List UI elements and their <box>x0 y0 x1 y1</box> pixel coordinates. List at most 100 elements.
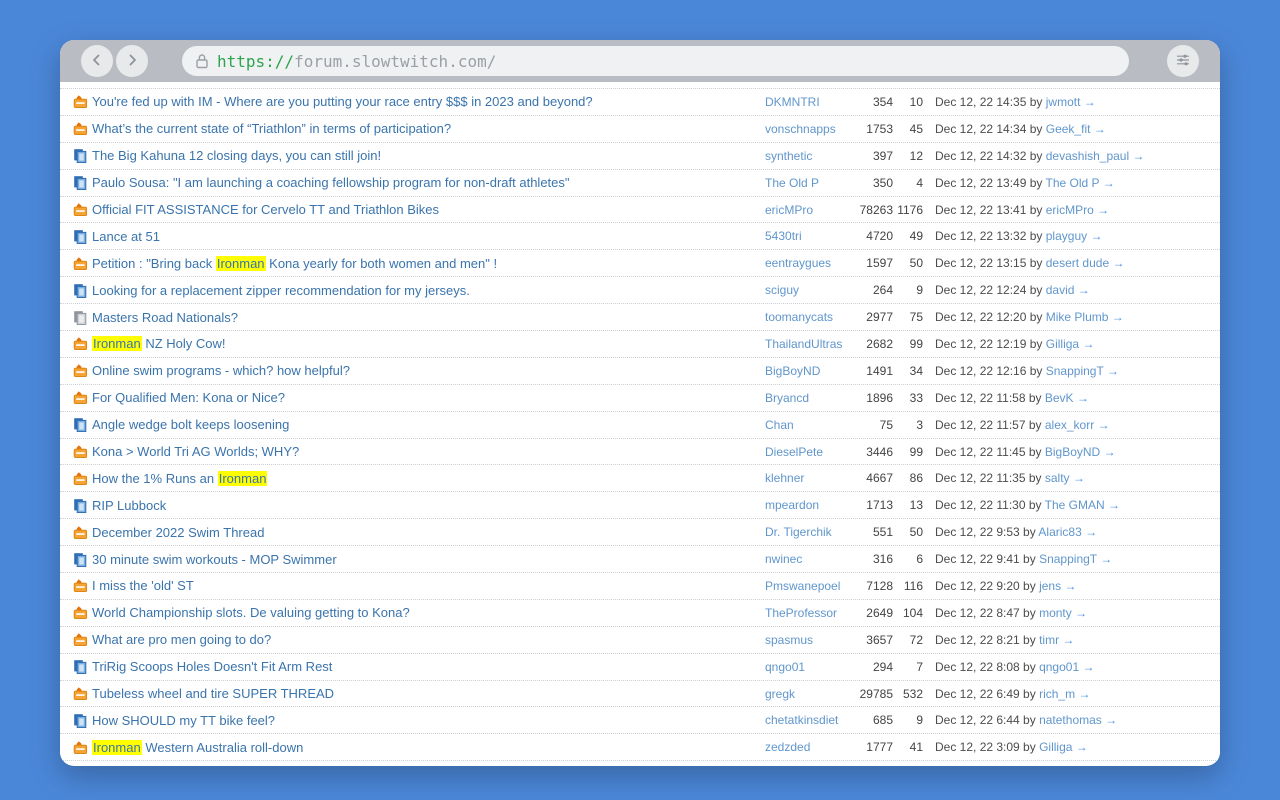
goto-last-post-arrow[interactable]: → <box>1108 498 1120 512</box>
thread-author-link[interactable]: TheProfessor <box>765 606 857 620</box>
thread-title-link[interactable]: Petition : "Bring back Ironman Kona year… <box>92 255 765 271</box>
goto-last-post-arrow[interactable]: → <box>1078 687 1090 701</box>
back-button[interactable] <box>81 45 113 77</box>
thread-title-link[interactable]: Official FIT ASSISTANCE for Cervelo TT a… <box>92 202 765 217</box>
thread-title-link[interactable]: Online swim programs - which? how helpfu… <box>92 363 765 378</box>
thread-author-link[interactable]: Dr. Tigerchik <box>765 525 857 539</box>
goto-last-post-arrow[interactable]: → <box>1098 418 1110 432</box>
thread-author-link[interactable]: synthetic <box>765 149 857 163</box>
thread-author-link[interactable]: chetatkinsdiet <box>765 713 857 727</box>
thread-title-link[interactable]: Angle wedge bolt keeps loosening <box>92 417 765 432</box>
thread-author-link[interactable]: gregk <box>765 687 857 701</box>
lastpost-user-link[interactable]: BevK <box>1045 391 1074 405</box>
goto-last-post-arrow[interactable]: → <box>1084 95 1096 109</box>
thread-author-link[interactable]: mpeardon <box>765 498 857 512</box>
thread-author-link[interactable]: qngo01 <box>765 660 857 674</box>
goto-last-post-arrow[interactable]: → <box>1082 337 1094 351</box>
thread-title-link[interactable]: How SHOULD my TT bike feel? <box>92 713 765 728</box>
thread-author-link[interactable]: Pmswanepoel <box>765 579 857 593</box>
thread-author-link[interactable]: zedzded <box>765 740 857 754</box>
thread-title-link[interactable]: December 2022 Swim Thread <box>92 525 765 540</box>
lastpost-user-link[interactable]: salty <box>1045 471 1070 485</box>
goto-last-post-arrow[interactable]: → <box>1073 471 1085 485</box>
thread-author-link[interactable]: The Old P <box>765 176 857 190</box>
lastpost-user-link[interactable]: BigBoyND <box>1045 445 1100 459</box>
goto-last-post-arrow[interactable]: → <box>1078 283 1090 297</box>
thread-author-link[interactable]: BigBoyND <box>765 364 857 378</box>
thread-title-link[interactable]: RIP Lubbock <box>92 498 765 513</box>
lastpost-user-link[interactable]: qngo01 <box>1039 660 1079 674</box>
thread-title-link[interactable]: Tubeless wheel and tire SUPER THREAD <box>92 686 765 701</box>
goto-last-post-arrow[interactable]: → <box>1085 525 1097 539</box>
thread-author-link[interactable]: spasmus <box>765 633 857 647</box>
thread-author-link[interactable]: nwinec <box>765 552 857 566</box>
forward-button[interactable] <box>116 45 148 77</box>
lastpost-user-link[interactable]: SnappingT <box>1039 552 1097 566</box>
thread-title-link[interactable]: You're fed up with IM - Where are you pu… <box>92 94 765 109</box>
thread-author-link[interactable]: DieselPete <box>765 445 857 459</box>
goto-last-post-arrow[interactable]: → <box>1112 310 1124 324</box>
menu-button[interactable] <box>1167 45 1199 77</box>
lastpost-user-link[interactable]: jens <box>1039 579 1061 593</box>
goto-last-post-arrow[interactable]: → <box>1064 579 1076 593</box>
lastpost-user-link[interactable]: desert dude <box>1046 256 1109 270</box>
thread-author-link[interactable]: sciguy <box>765 283 857 297</box>
lastpost-user-link[interactable]: ericMPro <box>1046 203 1094 217</box>
goto-last-post-arrow[interactable]: → <box>1107 364 1119 378</box>
lastpost-user-link[interactable]: Alaric83 <box>1038 525 1081 539</box>
thread-title-link[interactable]: Paulo Sousa: "I am launching a coaching … <box>92 175 765 190</box>
lastpost-user-link[interactable]: rich_m <box>1039 687 1075 701</box>
lastpost-user-link[interactable]: jwmott <box>1046 95 1081 109</box>
thread-title-link[interactable]: For Qualified Men: Kona or Nice? <box>92 390 765 405</box>
lastpost-user-link[interactable]: SnappingT <box>1046 364 1104 378</box>
thread-author-link[interactable]: Bryancd <box>765 391 857 405</box>
thread-author-link[interactable]: 5430tri <box>765 229 857 243</box>
goto-last-post-arrow[interactable]: → <box>1105 713 1117 727</box>
lastpost-user-link[interactable]: Gilliga <box>1039 740 1072 754</box>
thread-author-link[interactable]: DKMNTRI <box>765 95 857 109</box>
thread-author-link[interactable]: eentraygues <box>765 256 857 270</box>
goto-last-post-arrow[interactable]: → <box>1082 660 1094 674</box>
thread-title-link[interactable]: How the 1% Runs an Ironman <box>92 470 765 486</box>
thread-author-link[interactable]: ThailandUltras <box>765 337 857 351</box>
goto-last-post-arrow[interactable]: → <box>1094 122 1106 136</box>
thread-title-link[interactable]: 30 minute swim workouts - MOP Swimmer <box>92 552 765 567</box>
lastpost-user-link[interactable]: monty <box>1039 606 1072 620</box>
thread-title-link[interactable]: What’s the current state of “Triathlon” … <box>92 121 765 136</box>
lastpost-user-link[interactable]: devashish_paul <box>1046 149 1129 163</box>
goto-last-post-arrow[interactable]: → <box>1097 203 1109 217</box>
goto-last-post-arrow[interactable]: → <box>1077 391 1089 405</box>
thread-author-link[interactable]: toomanycats <box>765 310 857 324</box>
lastpost-user-link[interactable]: david <box>1046 283 1075 297</box>
thread-title-link[interactable]: Ironman NZ Holy Cow! <box>92 336 765 352</box>
thread-title-link[interactable]: World Championship slots. De valuing get… <box>92 605 765 620</box>
goto-last-post-arrow[interactable]: → <box>1112 256 1124 270</box>
thread-title-link[interactable]: Ironman Western Australia roll-down <box>92 739 765 755</box>
thread-title-link[interactable]: What are pro men going to do? <box>92 632 765 647</box>
lastpost-user-link[interactable]: Geek_fit <box>1046 122 1091 136</box>
lastpost-user-link[interactable]: playguy <box>1046 229 1087 243</box>
goto-last-post-arrow[interactable]: → <box>1104 445 1116 459</box>
lastpost-user-link[interactable]: timr <box>1039 633 1059 647</box>
lastpost-user-link[interactable]: The GMAN <box>1045 498 1105 512</box>
goto-last-post-arrow[interactable]: → <box>1133 149 1145 163</box>
thread-title-link[interactable]: Lance at 51 <box>92 229 765 244</box>
lastpost-user-link[interactable]: Gilliga <box>1046 337 1079 351</box>
lastpost-user-link[interactable]: Mike Plumb <box>1046 310 1109 324</box>
goto-last-post-arrow[interactable]: → <box>1090 229 1102 243</box>
goto-last-post-arrow[interactable]: → <box>1100 552 1112 566</box>
thread-title-link[interactable]: Kona > World Tri AG Worlds; WHY? <box>92 444 765 459</box>
goto-last-post-arrow[interactable]: → <box>1075 606 1087 620</box>
url-bar[interactable]: https://forum.slowtwitch.com/ <box>182 46 1129 76</box>
lastpost-user-link[interactable]: natethomas <box>1039 713 1102 727</box>
thread-author-link[interactable]: Chan <box>765 418 857 432</box>
thread-author-link[interactable]: vonschnapps <box>765 122 857 136</box>
thread-title-link[interactable]: I miss the 'old' ST <box>92 578 765 593</box>
goto-last-post-arrow[interactable]: → <box>1103 176 1115 190</box>
thread-author-link[interactable]: ericMPro <box>765 203 857 217</box>
thread-title-link[interactable]: The Big Kahuna 12 closing days, you can … <box>92 148 765 163</box>
goto-last-post-arrow[interactable]: → <box>1076 740 1088 754</box>
thread-title-link[interactable]: Looking for a replacement zipper recomme… <box>92 283 765 298</box>
lastpost-user-link[interactable]: alex_korr <box>1045 418 1094 432</box>
thread-author-link[interactable]: klehner <box>765 471 857 485</box>
